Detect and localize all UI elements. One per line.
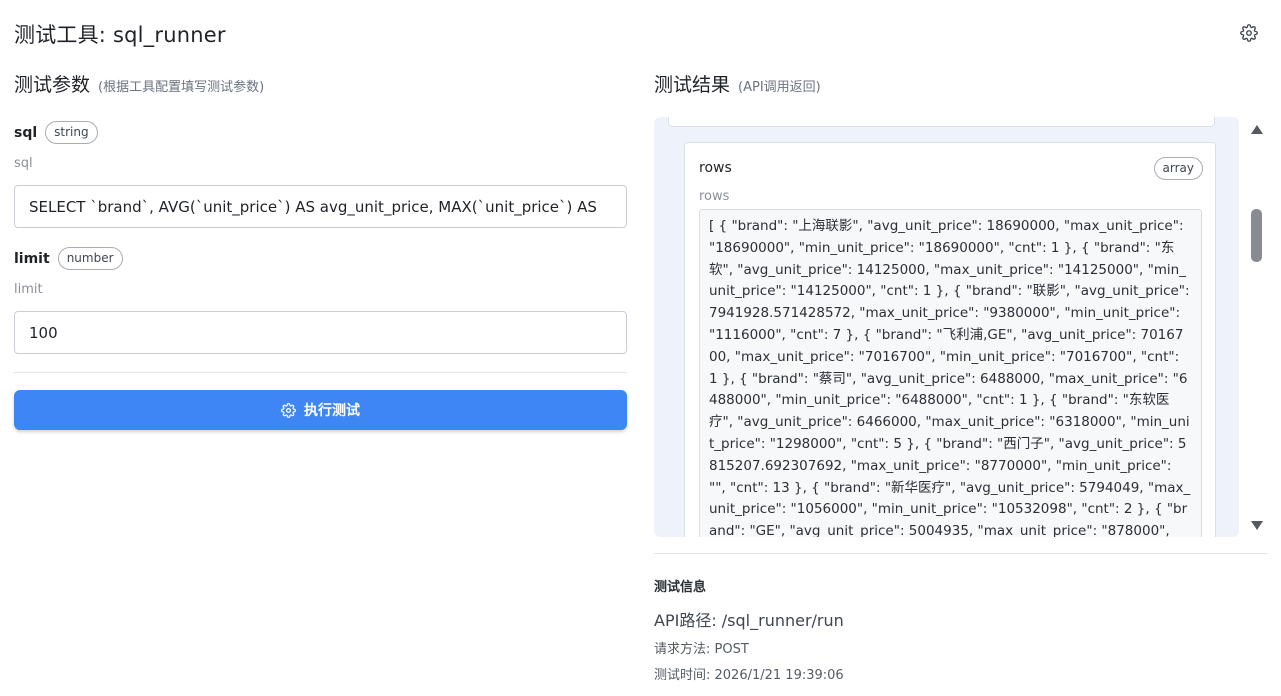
rows-field-card: rows array rows [ { "brand": "上海联影", "av… [684,142,1216,537]
param-sql-type-badge: string [45,121,98,144]
page-title: 测试工具: sql_runner [14,23,226,47]
limit-input-value: 100 [29,323,58,342]
results-header: 测试结果 (API调用返回) [654,70,821,97]
rows-type-badge: array [1153,157,1203,180]
run-test-button[interactable]: 执行测试 [14,390,627,430]
results-panel[interactable]: rows array rows [ { "brand": "上海联影", "av… [654,117,1239,537]
rows-field-name: rows [699,160,732,176]
param-limit-description: limit [14,282,43,297]
param-sql-header: sql string [14,121,98,144]
results-divider [654,553,1268,554]
results-subtitle: (API调用返回) [738,80,821,95]
param-sql-description: sql [14,156,33,171]
results-title: 测试结果 [654,74,731,96]
run-test-label: 执行测试 [304,403,360,419]
rows-value-textarea[interactable]: [ { "brand": "上海联影", "avg_unit_price": 1… [699,209,1202,537]
gear-icon [1240,24,1258,42]
results-scrollbar[interactable] [1246,117,1268,537]
limit-input[interactable]: 100 [14,311,627,354]
rows-field-description: rows [699,189,730,204]
test-time: 测试时间: 2026/1/21 19:39:06 [654,668,844,683]
param-limit-type-badge: number [57,247,123,270]
request-method: 请求方法: POST [654,642,749,657]
gear-icon [281,402,296,418]
test-info-title: 测试信息 [654,580,707,595]
scrollbar-thumb[interactable] [1251,209,1262,262]
params-title: 测试参数 [14,74,91,96]
params-header: 测试参数 (根据工具配置填写测试参数) [14,70,264,97]
previous-field-card [668,117,1215,127]
params-subtitle: (根据工具配置填写测试参数) [98,80,265,95]
param-limit-name: limit [14,250,50,267]
scroll-up-arrow-icon[interactable] [1251,125,1263,134]
params-divider [14,372,627,373]
sql-input[interactable]: SELECT `brand`, AVG(`unit_price`) AS avg… [14,185,627,228]
api-path: API路径: /sql_runner/run [654,611,844,630]
settings-button[interactable] [1240,24,1258,42]
scroll-down-arrow-icon[interactable] [1251,521,1263,530]
param-limit-header: limit number [14,247,123,270]
param-sql-name: sql [14,124,38,141]
sql-input-value: SELECT `brand`, AVG(`unit_price`) AS avg… [29,197,597,216]
